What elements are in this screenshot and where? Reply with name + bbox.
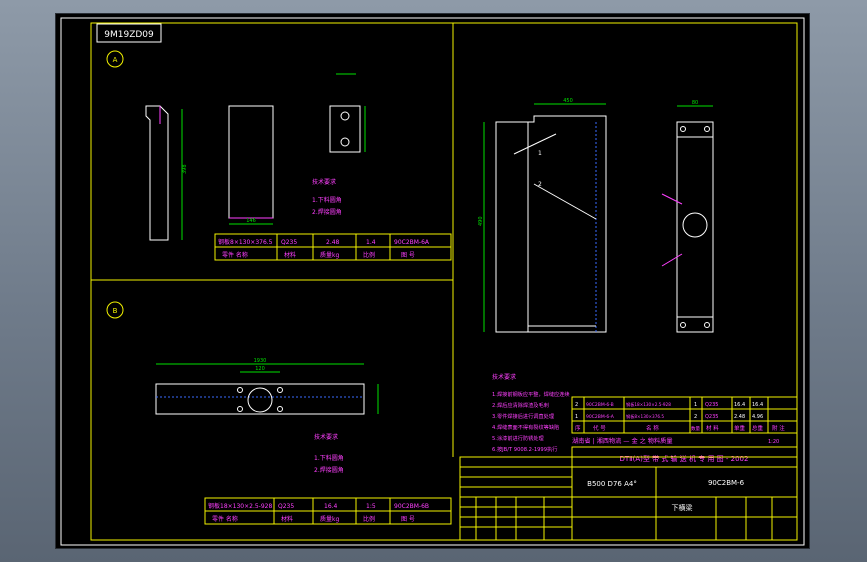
parts-row2-no: 2 [575,402,578,408]
parts-h-name: 名 称 [646,424,659,432]
parts-h-no: 序 [575,424,581,432]
balloon-2: 2 [538,181,542,188]
parts-row2-qty: 1 [694,402,697,408]
table-bottom-name: 钢板18×130×2.5-928 [208,502,272,510]
table-top-h-name: 零件 名称 [222,251,248,259]
table-bottom-h-ratio: 比例 [363,515,375,523]
table-top-mass: 2.48 [326,239,340,246]
view-a-label: A [113,56,118,64]
parts-row1-total: 4.96 [752,414,763,420]
drawing-number: 90C2BM-6 [708,479,745,487]
table-top-h-number: 图 号 [401,252,415,259]
table-bottom-h-name: 零件 名称 [212,515,238,523]
assembly-front-view [495,115,607,333]
tech-notes-right-4: 4.焊缝表面不得有裂纹等缺陷 [492,423,559,431]
parts-row1-mat: Q235 [705,414,718,420]
balloon-1: 1 [538,150,542,157]
part-a-hole-detail [329,105,361,153]
parts-row1-no: 1 [575,414,578,420]
tech-notes-bottom-1: 1.下料圆角 [314,454,344,462]
tech-notes-top-title: 技术要求 [312,178,336,186]
drawing-canvas: 9M19ZD09 A 398 146 技术要求 1.下料圆角 2.焊接圆角 钢板… [60,17,805,546]
parts-row2-mat: Q235 [705,402,718,408]
table-bottom-material: Q235 [278,503,294,510]
tech-notes-right-2: 2.焊后应清除焊渣及毛刺 [492,401,549,409]
dim-1930: 1930 [254,358,267,364]
table-bottom-h-mass: 质量kg [320,515,339,523]
dim-450: 450 [563,98,573,104]
table-top-number: 90C2BM-6A [394,239,430,246]
parts-h-code: 代 号 [593,424,606,432]
parts-row1-qty: 2 [694,414,697,420]
parts-row1-name: 钢板8×130×376.5 [626,413,664,420]
code-box-label: 9M19ZD09 [104,30,154,40]
table-top-h-ratio: 比例 [363,251,375,259]
tech-notes-right-3: 3.零件焊接后进行调直处理 [492,412,555,420]
tech-notes-right-6: 6.按JB/T 9008.2-1999执行 [492,445,557,453]
parts-row2-name: 钢板18×130×2.5-928 [626,401,671,408]
parts-h-total: 总重 [752,424,764,432]
parts-row1-unit: 2.48 [734,414,745,420]
outer-border [60,17,805,546]
parts-h-mat: 材 料 [706,424,719,432]
table-top-h-material: 材料 [284,251,296,259]
part-name-title: 下横梁 [672,503,693,512]
table-bottom-mass: 16.4 [324,503,338,510]
table-bottom-h-material: 材料 [281,515,293,523]
part-a-side-view [145,105,169,241]
part-b-center-hole [247,387,273,413]
dim-80: 80 [692,100,698,106]
parts-h-qty: 数量 [691,425,700,432]
table-top-material: Q235 [281,239,297,246]
dim-490: 490 [478,216,484,226]
tech-notes-bottom-2: 2.焊接圆角 [314,466,344,474]
title-line-2: DTⅡ(A)型 带 式 输 送 机 专 用 图 - 2002 [620,454,749,463]
parts-row1-code: 90C2BM-6-A [586,414,615,420]
tech-notes-bottom-title: 技术要求 [314,433,338,441]
table-top-ratio: 1.4 [366,239,376,246]
tech-notes-top-2: 2.焊接圆角 [312,208,342,216]
title-line-1: 湖南省 | 湘西物流 — 金 之 物料质量 [572,437,673,445]
dim-398: 398 [182,164,188,174]
assembly-center-hole [682,212,708,238]
tech-notes-right-title: 技术要求 [492,373,516,381]
dim-120: 120 [255,366,265,372]
spec-label: B500 D76 A4° [587,480,637,488]
table-top-h-mass: 质量kg [320,251,339,259]
tech-notes-top-1: 1.下料圆角 [312,196,342,204]
assembly-side-view [676,121,714,333]
tech-notes-right-1: 1.焊接前钢板应平整，焊缝应连续 [492,390,570,398]
title-block[interactable] [459,456,798,541]
table-top-name: 钢板8×130×376.5 [218,238,273,246]
view-b-label: B [113,307,118,315]
table-bottom-ratio: 1:5 [366,503,376,510]
ratio-label: 1:20 [768,439,779,445]
part-a-front-view [228,105,274,219]
parts-row2-code: 90C2BM-6-B [586,402,614,408]
table-bottom-number: 90C2BM-6B [394,503,429,510]
parts-row2-unit: 16.4 [734,402,745,408]
cad-viewport[interactable]: 9M19ZD09 A 398 146 技术要求 1.下料圆角 2.焊接圆角 钢板… [56,14,809,548]
tech-notes-right-5: 5.涂漆前进行防锈处理 [492,434,544,442]
table-bottom-h-number: 图 号 [401,516,415,523]
parts-h-unit: 单重 [734,424,746,432]
parts-row2-total: 16.4 [752,402,763,408]
dim-146: 146 [246,218,256,224]
parts-h-note: 附 注 [772,424,785,432]
